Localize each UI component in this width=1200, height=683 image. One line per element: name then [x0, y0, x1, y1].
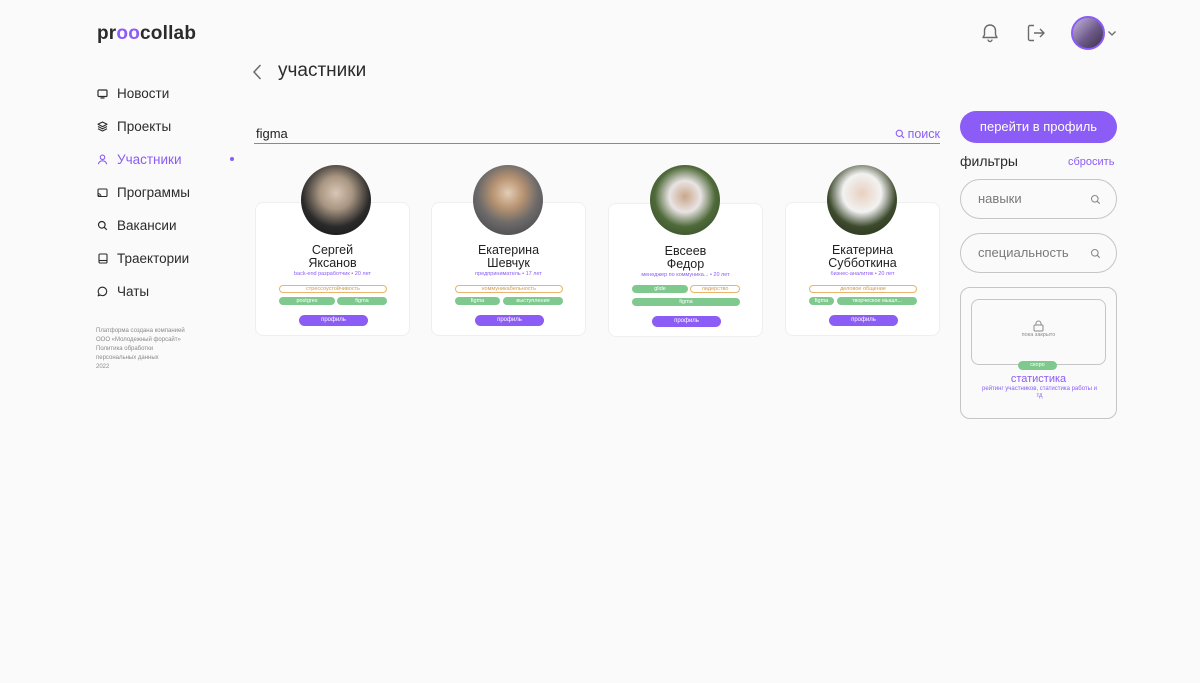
skill-tag: стрессоустойчивость: [279, 285, 387, 293]
sidebar-item-label: Чаты: [117, 284, 150, 299]
participant-name: Екатерина Шевчук: [477, 243, 540, 270]
header-actions: [979, 16, 1117, 50]
search-icon: [1090, 248, 1101, 259]
participant-avatar: [301, 165, 371, 235]
go-to-profile-button[interactable]: перейти в профиль: [960, 111, 1117, 143]
bell-icon[interactable]: [979, 22, 1001, 44]
search-bar: поиск: [254, 126, 940, 144]
search-input[interactable]: [256, 126, 816, 141]
statistics-description: рейтинг участников, статистика работы и …: [982, 386, 1097, 399]
closed-text: пока закрыто: [1021, 332, 1056, 338]
skill-tag: творческое мышл...: [837, 297, 917, 305]
book-icon: [96, 252, 109, 265]
user-icon: [96, 153, 109, 166]
chat-icon: [96, 285, 109, 298]
statistics-title: статистика: [1010, 373, 1067, 385]
search-button[interactable]: поиск: [895, 127, 940, 141]
sidebar-footer: Платформа создана компанией ООО «Молодеж…: [96, 327, 206, 372]
reset-filters-link[interactable]: сбросить: [1068, 156, 1114, 168]
search-button-label: поиск: [907, 127, 940, 141]
participant-role: бизнес-аналитик • 20 лет: [830, 271, 895, 277]
sidebar-item-label: Вакансии: [117, 218, 177, 233]
sidebar-item-label: Проекты: [117, 119, 172, 134]
search-icon: [1090, 194, 1101, 205]
privacy-policy-link-line2[interactable]: персональных данных: [96, 354, 206, 363]
search-icon: [96, 219, 109, 232]
privacy-policy-link-line1[interactable]: Политика обработки: [96, 345, 206, 354]
sidebar-item-news[interactable]: Новости: [96, 77, 238, 110]
logo-text-start: pr: [97, 23, 117, 44]
avatar[interactable]: [1071, 16, 1105, 50]
statistics-card: пока закрыто скоро статистика рейтинг уч…: [960, 287, 1117, 419]
logo[interactable]: proocollab: [97, 23, 196, 45]
sidebar-item-chats[interactable]: Чаты: [96, 275, 238, 308]
participant-role: предприниматель • 17 лет: [475, 271, 542, 277]
participant-name: Екатерина Субботкина: [828, 243, 897, 270]
skill-tag: коммуникабельность: [455, 285, 563, 293]
skill-tag: выступления: [503, 297, 563, 305]
sidebar-item-trajectories[interactable]: Траектории: [96, 242, 238, 275]
skill-tag: figma: [337, 297, 387, 305]
profile-menu[interactable]: [1071, 16, 1117, 50]
chevron-left-icon: [252, 64, 262, 80]
sidebar-item-vacancies[interactable]: Вакансии: [96, 209, 238, 242]
active-indicator: [230, 157, 234, 161]
specialty-filter-field[interactable]: специальность: [960, 233, 1117, 273]
page-title: участники: [278, 60, 367, 81]
sidebar-item-label: Участники: [117, 152, 182, 167]
logout-icon[interactable]: [1025, 22, 1047, 44]
skill-tag: figma: [632, 298, 740, 306]
sidebar: Новости Проекты Участники Программы Вака…: [96, 77, 238, 372]
lock-icon: [1033, 320, 1044, 332]
sidebar-item-programs[interactable]: Программы: [96, 176, 238, 209]
search-icon: [895, 129, 904, 139]
participant-name: Евсеев Федор: [664, 244, 707, 271]
skill-tag: деловое общение: [809, 285, 917, 293]
logo-text-oo: oo: [116, 23, 141, 44]
participant-avatar: [650, 165, 720, 235]
filters-title: фильтры: [960, 153, 1018, 169]
skill-tag: glide: [632, 285, 688, 293]
profile-button[interactable]: профиль: [829, 315, 898, 326]
participant-avatar: [473, 165, 543, 235]
sidebar-item-projects[interactable]: Проекты: [96, 110, 238, 143]
sidebar-item-label: Новости: [117, 86, 170, 101]
sidebar-item-label: Траектории: [117, 251, 190, 266]
participant-name: Сергей Яксанов: [308, 243, 357, 270]
profile-button[interactable]: профиль: [652, 316, 721, 327]
footer-year: 2022: [96, 364, 110, 370]
programs-icon: [96, 186, 109, 199]
back-button[interactable]: [251, 63, 267, 81]
projects-icon: [96, 120, 109, 133]
chevron-down-icon[interactable]: [1107, 29, 1117, 37]
specialty-filter-placeholder: специальность: [978, 245, 1069, 260]
news-icon: [96, 87, 109, 100]
logo-text-end: collab: [140, 23, 197, 44]
skills-filter-placeholder: навыки: [978, 191, 1022, 206]
participant-role: менеджер по коммуника... • 20 лет: [641, 272, 730, 278]
footer-company-line1: Платформа создана компанией: [96, 328, 185, 334]
skills-filter-field[interactable]: навыки: [960, 179, 1117, 219]
participant-role: back-end разработчик • 20 лет: [293, 271, 372, 277]
footer-company-line2: ООО «Молодежный форсайт»: [96, 337, 181, 343]
skill-tag: figma: [809, 297, 834, 305]
participant-avatar: [827, 165, 897, 235]
skill-tag: лидерство: [690, 285, 740, 293]
statistics-preview: пока закрыто: [971, 299, 1106, 365]
profile-button[interactable]: профиль: [475, 315, 544, 326]
skill-tag: figma: [455, 297, 500, 305]
sidebar-item-participants[interactable]: Участники: [96, 143, 238, 176]
skill-tag: postgres: [279, 297, 335, 305]
profile-button[interactable]: профиль: [299, 315, 368, 326]
sidebar-item-label: Программы: [117, 185, 190, 200]
soon-badge: скоро: [1018, 361, 1057, 370]
